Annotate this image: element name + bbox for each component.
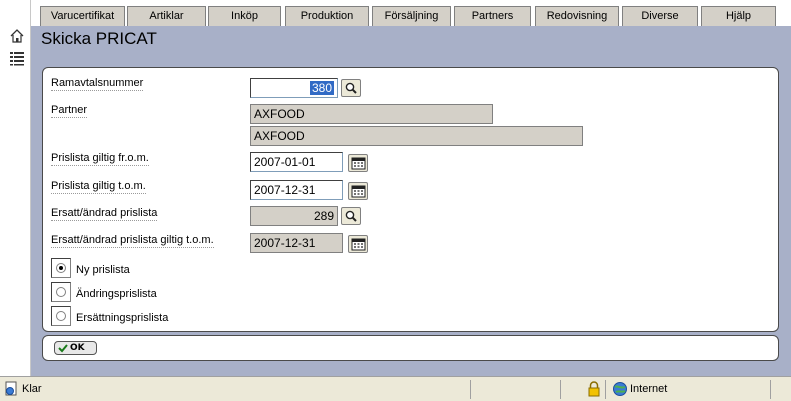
tab-forsaljning[interactable]: Försäljning bbox=[372, 6, 451, 26]
tab-hjalp[interactable]: Hjälp bbox=[701, 6, 776, 26]
tab-redovisning[interactable]: Redovisning bbox=[535, 6, 619, 26]
tom-date-input[interactable]: 2007-12-31 bbox=[250, 180, 343, 200]
ersatt-tom-calendar-button[interactable] bbox=[348, 235, 368, 253]
ok-button[interactable]: OK bbox=[54, 341, 97, 355]
radio-selected-icon bbox=[56, 263, 66, 273]
tab-inkop[interactable]: Inköp bbox=[208, 6, 281, 26]
tab-produktion[interactable]: Produktion bbox=[285, 6, 369, 26]
button-panel: OK bbox=[42, 335, 779, 361]
ersatt-tom-label: Ersatt/ändrad prislista giltig t.o.m. bbox=[51, 234, 214, 248]
tab-partners[interactable]: Partners bbox=[454, 6, 531, 26]
checkmark-icon bbox=[58, 343, 68, 357]
status-separator bbox=[605, 380, 606, 399]
lock-icon bbox=[587, 381, 601, 400]
tab-diverse[interactable]: Diverse bbox=[622, 6, 698, 26]
tom-label: Prislista giltig t.o.m. bbox=[51, 180, 146, 194]
page-title: Skicka PRICAT bbox=[41, 29, 157, 48]
partner-field-1: AXFOOD bbox=[250, 104, 493, 124]
ramavtal-label: Ramavtalsnummer bbox=[51, 77, 144, 91]
ramavtal-input[interactable]: 380 bbox=[250, 78, 338, 98]
tom-calendar-button[interactable] bbox=[348, 182, 368, 200]
main-content: Skicka PRICAT Ramavtalsnummer 380 Partne… bbox=[31, 26, 791, 376]
internet-zone-icon bbox=[612, 381, 628, 400]
status-bar: Klar Internet bbox=[0, 376, 791, 401]
radio-ersattningsprislista-label: Ersättningsprislista bbox=[76, 312, 169, 324]
ok-label: OK bbox=[70, 343, 85, 353]
ersatt-label: Ersatt/ändrad prislista bbox=[51, 207, 158, 221]
ersatt-field: 289 bbox=[250, 206, 338, 226]
ramavtal-value: 380 bbox=[309, 81, 334, 95]
partner-label: Partner bbox=[51, 104, 88, 118]
partner-field-2: AXFOOD bbox=[250, 126, 583, 146]
status-separator bbox=[770, 380, 771, 399]
form-panel: Ramavtalsnummer 380 Partner AXFOOD AXFOO… bbox=[42, 67, 779, 332]
radio-unselected-icon bbox=[56, 311, 66, 321]
from-label: Prislista giltig fr.o.m. bbox=[51, 152, 149, 166]
ramavtal-search-button[interactable] bbox=[341, 79, 361, 97]
top-tab-strip: Varucertifikat Artiklar Inköp Produktion… bbox=[31, 0, 791, 26]
radio-ny-prislista[interactable] bbox=[51, 258, 71, 278]
from-date-input[interactable]: 2007-01-01 bbox=[250, 152, 343, 172]
status-separator bbox=[560, 380, 561, 399]
zone-text: Internet bbox=[630, 383, 668, 395]
list-icon[interactable] bbox=[9, 50, 25, 66]
radio-unselected-icon bbox=[56, 287, 66, 297]
status-text: Klar bbox=[22, 383, 42, 395]
ersatt-search-button[interactable] bbox=[341, 207, 361, 225]
radio-andringsprislista[interactable] bbox=[51, 282, 71, 302]
ersatt-tom-field: 2007-12-31 bbox=[250, 233, 343, 253]
home-icon[interactable] bbox=[9, 28, 25, 44]
radio-ny-prislista-label: Ny prislista bbox=[76, 264, 130, 276]
from-calendar-button[interactable] bbox=[348, 154, 368, 172]
tab-varucertifikat[interactable]: Varucertifikat bbox=[40, 6, 125, 26]
radio-andringsprislista-label: Ändringsprislista bbox=[76, 288, 157, 300]
ie-page-icon bbox=[3, 381, 19, 400]
left-toolbar bbox=[0, 0, 31, 376]
radio-ersattningsprislista[interactable] bbox=[51, 306, 71, 326]
status-separator bbox=[470, 380, 471, 399]
tab-artiklar[interactable]: Artiklar bbox=[127, 6, 206, 26]
